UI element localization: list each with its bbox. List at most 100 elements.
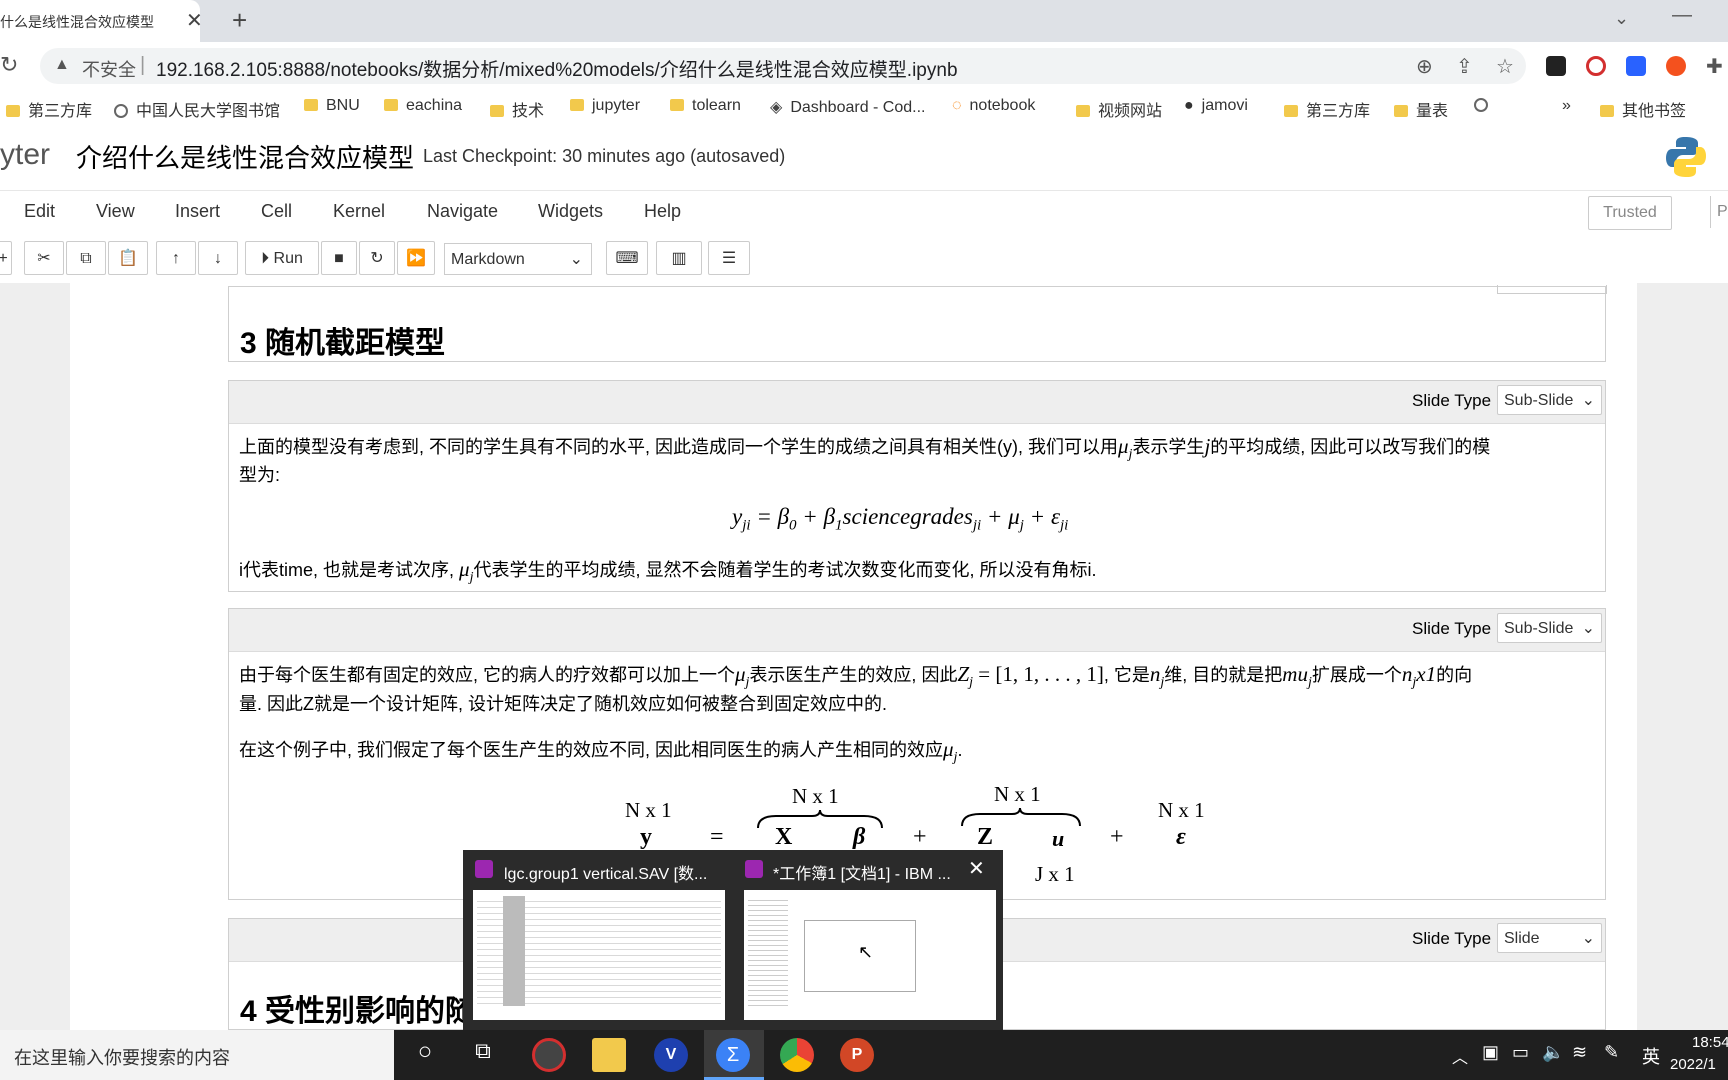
security-label[interactable]: 不安全 (82, 56, 136, 82)
stop-icon[interactable]: ■ (321, 241, 357, 275)
file-explorer-icon[interactable] (592, 1038, 626, 1072)
bar-chart-icon[interactable]: ▥ (656, 241, 702, 275)
extension-icon-4[interactable] (1666, 56, 1686, 76)
math-mu-j: μj (459, 557, 474, 586)
bookmark-item[interactable]: 中国人民大学图书馆 (114, 97, 280, 121)
bookmark-item[interactable]: 量表 (1394, 97, 1448, 121)
recorder-app-icon[interactable] (532, 1038, 566, 1072)
pen-icon[interactable]: ✎ (1604, 1042, 1619, 1063)
input-language[interactable]: 英 (1642, 1043, 1660, 1069)
add-cell-button[interactable]: + (0, 241, 12, 275)
warning-icon[interactable]: ▲ (54, 56, 70, 74)
move-down-icon[interactable]: ↓ (198, 241, 238, 275)
chrome-icon[interactable] (780, 1038, 814, 1072)
equals-sign: = (710, 824, 724, 850)
matrix-Z: Z (977, 824, 994, 850)
menu-widgets[interactable]: Widgets (538, 201, 603, 222)
slide-type-select[interactable]: Sub-Slide ⌄ (1497, 385, 1602, 415)
slide-type-select[interactable]: Slide ⌄ (1497, 923, 1602, 953)
list-icon[interactable]: ☰ (708, 241, 750, 275)
clock-time[interactable]: 18:54 (1692, 1034, 1728, 1051)
battery-icon[interactable]: ▭ (1512, 1042, 1529, 1063)
menu-edit[interactable]: Edit (24, 201, 55, 222)
preview-title-data[interactable]: lgc.group1 vertical.SAV [数... (504, 860, 707, 884)
bookmark-item[interactable]: ◈ Dashboard - Cod... (770, 97, 926, 117)
zoom-extension-icon[interactable] (1626, 56, 1646, 76)
other-bookmarks[interactable]: 其他书签 (1600, 97, 1686, 121)
bookmark-item[interactable]: tolearn (670, 97, 741, 115)
bookmark-item[interactable]: 第三方库 (1284, 97, 1370, 121)
tab-close-icon[interactable]: ✕ (186, 8, 203, 33)
menu-insert[interactable]: Insert (175, 201, 220, 222)
spss-icon (475, 860, 493, 878)
volume-icon[interactable]: 🔈 (1542, 1042, 1564, 1063)
tab-search-chevron-icon[interactable]: ⌄ (1614, 8, 1629, 29)
globe-icon (114, 104, 128, 118)
menu-help[interactable]: Help (644, 201, 681, 222)
wifi-icon[interactable]: ≋ (1572, 1042, 1587, 1063)
globe-icon[interactable] (1474, 97, 1496, 115)
puzzle-extensions-icon[interactable]: ✚ (1706, 54, 1723, 79)
close-preview-icon[interactable]: ✕ (968, 856, 985, 881)
zoom-icon[interactable]: ⊕ (1416, 54, 1433, 79)
bookmark-item[interactable]: eachina (384, 97, 462, 115)
restart-run-all-icon[interactable]: ⏩ (397, 241, 435, 275)
paste-icon[interactable]: 📋 (108, 241, 148, 275)
slide-type-select-partial[interactable] (1497, 285, 1607, 294)
app-v-icon[interactable]: V (654, 1038, 688, 1072)
task-view-icon[interactable]: ⧉ (466, 1038, 500, 1072)
jupyter-logo[interactable]: yter (0, 138, 50, 172)
share-icon[interactable]: ⇪ (1456, 54, 1473, 79)
reload-icon[interactable]: ↻ (0, 52, 18, 78)
menu-view[interactable]: View (96, 201, 135, 222)
preview-title-output[interactable]: *工作簿1 [文档1] - IBM ... (773, 860, 951, 884)
taskbar-search-placeholder[interactable]: 在这里输入你要搜索的内容 (14, 1044, 230, 1070)
menu-kernel[interactable]: Kernel (333, 201, 385, 222)
menu-cell[interactable]: Cell (261, 201, 292, 222)
bookmark-item[interactable]: 视频网站 (1076, 97, 1162, 121)
minimize-icon[interactable]: — (1672, 4, 1692, 27)
slide-type-label: Slide Type (1412, 929, 1492, 948)
menu-navigate[interactable]: Navigate (427, 201, 498, 222)
spss-sigma-icon[interactable]: Σ (716, 1038, 750, 1072)
bookmark-item[interactable]: 第三方库 (6, 97, 92, 121)
cut-icon[interactable]: ✂ (24, 241, 64, 275)
python-logo-icon (1666, 137, 1706, 177)
extension-icon-1[interactable] (1546, 56, 1566, 76)
keyboard-icon[interactable]: ⌨ (606, 241, 648, 275)
kernel-indicator[interactable]: P (1710, 196, 1728, 228)
step-icon: ⏵ (261, 250, 274, 267)
cell-type-select[interactable]: Markdown ⌄ (444, 243, 592, 275)
slide-type-bar (229, 381, 1605, 424)
paragraph: 上面的模型没有考虑到, 不同的学生具有不同的水平, 因此造成同一个学生的成绩之间… (239, 434, 1491, 463)
powerpoint-icon[interactable]: P (840, 1038, 874, 1072)
move-up-icon[interactable]: ↑ (156, 241, 196, 275)
record-extension-icon[interactable] (1586, 56, 1606, 76)
notebook-title[interactable]: 介绍什么是线性混合效应模型 (76, 138, 414, 175)
trusted-indicator[interactable]: Trusted (1588, 196, 1672, 230)
more-bookmarks-button[interactable]: » (1562, 97, 1571, 115)
bookmark-item[interactable]: 技术 (490, 97, 544, 121)
jupyter-icon: ◌ (952, 97, 962, 114)
preview-thumbnail-data[interactable] (473, 890, 725, 1020)
chevron-down-icon: ⌄ (1581, 620, 1595, 637)
slide-type-select[interactable]: Sub-Slide ⌄ (1497, 613, 1602, 643)
matrix-y: y (640, 824, 652, 850)
cortana-icon[interactable]: ○ (408, 1038, 442, 1072)
bookmark-item[interactable]: jupyter (570, 97, 640, 115)
network-tray-icon[interactable]: ▣ (1482, 1042, 1499, 1063)
new-tab-button[interactable]: + (232, 5, 247, 36)
folder-icon (1076, 105, 1090, 117)
run-button[interactable]: ⏵ Run (245, 241, 319, 275)
clock-date[interactable]: 2022/1 (1670, 1056, 1716, 1073)
github-icon: ● (1184, 97, 1194, 114)
bookmark-item[interactable]: ◌ notebook (952, 97, 1035, 115)
bookmark-item[interactable]: BNU (304, 97, 360, 115)
bookmark-item[interactable]: ● jamovi (1184, 97, 1248, 115)
url-text[interactable]: 192.168.2.105:8888/notebooks/数据分析/mixed%… (156, 55, 958, 82)
bookmark-star-icon[interactable]: ☆ (1496, 54, 1514, 79)
restart-icon[interactable]: ↻ (359, 241, 395, 275)
show-hidden-icons[interactable]: ︿ (1452, 1044, 1468, 1068)
preview-thumbnail-output[interactable]: ↖ (744, 890, 996, 1020)
copy-icon[interactable]: ⧉ (66, 241, 106, 275)
